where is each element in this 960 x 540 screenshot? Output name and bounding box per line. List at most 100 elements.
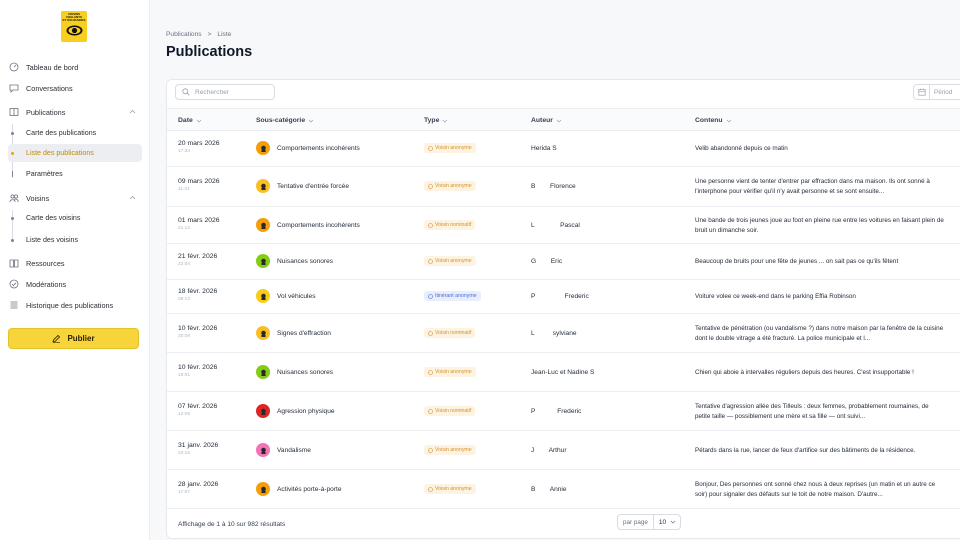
subcategory-cell: Activités porte-à-porte [256, 482, 342, 496]
author-cell: P Frederic [531, 408, 582, 415]
content-cell: Bonjour, Des personnes ont sonné chez no… [695, 481, 936, 498]
bullet-icon [11, 238, 14, 242]
calendar-icon[interactable] [914, 85, 930, 99]
category-avatar-icon [256, 404, 270, 418]
table-row[interactable]: 31 janv. 2026 23:16 Vandalisme Voisin anony… [167, 431, 960, 470]
subcategory-text: Comportements incohérents [277, 144, 360, 152]
chevron-down-icon [196, 119, 201, 122]
table-row[interactable]: 21 févr. 2026 22:04 Nuisances sonores Voisi… [167, 244, 960, 280]
content-cell: Voiture volee ce week-end dans le parkin… [695, 293, 856, 300]
user-icon [428, 145, 433, 151]
sidebar-item-dashboard[interactable]: Tableau de bord [8, 58, 142, 76]
column-header-author[interactable]: Auteur [531, 117, 562, 124]
table-row[interactable]: 07 févr. 2026 12:09 Agression physique Vois… [167, 392, 960, 431]
sidebar-item-carte-publications[interactable]: Carte des publications [8, 124, 142, 142]
content-cell: Beaucoup de bruits pour une fête de jeun… [695, 258, 899, 265]
sidebar-item-publications[interactable]: Publications [8, 103, 142, 121]
author-cell: Jean-Luc et Nadine S [531, 369, 595, 376]
content-cell: Velib abandonné depuis ce matin [695, 145, 788, 152]
sidebar-item-label: Conversations [26, 83, 73, 93]
breadcrumb-current: Liste [217, 31, 232, 38]
column-header-date[interactable]: Date [178, 117, 202, 124]
category-avatar-icon [256, 179, 270, 193]
time-text: 08:13 [178, 297, 191, 302]
category-avatar-icon [256, 482, 270, 496]
category-avatar-icon [256, 141, 270, 155]
sidebar-item-label: Paramètres [26, 170, 63, 178]
subcategory-cell: Vol véhicules [256, 289, 316, 303]
per-page-dropdown[interactable]: 10 [654, 519, 680, 526]
subcategory-text: Comportements incohérents [277, 221, 360, 229]
type-badge: Voisin anonyme [424, 445, 476, 455]
user-icon [428, 222, 433, 228]
type-cell: Voisin nominatif [424, 406, 476, 416]
subcategory-cell: Nuisances sonores [256, 365, 333, 379]
subcategory-text: Nuisances sonores [277, 257, 334, 265]
sidebar-item-carte-voisins[interactable]: Carte des voisins [8, 209, 142, 227]
publish-button[interactable]: Publier [8, 328, 139, 349]
sidebar-item-liste-publications[interactable]: Liste des publications [8, 144, 142, 162]
per-page-label: par page [618, 515, 654, 529]
author-cell: J Arthur [531, 447, 567, 454]
type-cell: Itinérant anonyme [424, 291, 481, 301]
subcategory-text: Signes d'effraction [277, 329, 331, 337]
date-filter[interactable] [913, 84, 960, 100]
table-row[interactable]: 10 févr. 2026 18:01 Nuisances sonores Voisi… [167, 353, 960, 392]
type-cell: Voisin anonyme [424, 367, 476, 377]
category-avatar-icon [256, 289, 270, 303]
subcategory-cell: Tentative d'entrée forcée [256, 179, 349, 193]
publish-label: Publier [67, 334, 95, 343]
chevron-down-icon [308, 119, 314, 122]
sidebar-item-parametres[interactable]: Paramètres [8, 165, 142, 183]
table-row[interactable]: 10 févr. 2026 20:09 Signes d'effraction Voi… [167, 314, 960, 353]
page-title: Publications [166, 44, 253, 60]
per-page-select[interactable]: par page 10 [617, 514, 682, 530]
time-text: 22:04 [178, 262, 191, 267]
user-icon [428, 183, 433, 189]
table-row[interactable]: 01 mars 2026 21:12 Comportements incohéren… [167, 207, 960, 244]
search-icon [182, 88, 190, 96]
publications-icon [9, 107, 19, 117]
type-cell: Voisin anonyme [424, 445, 476, 455]
column-header-content[interactable]: Contenu [695, 117, 732, 124]
user-icon [428, 408, 433, 414]
date-cell: 09 mars 2026 11:31 [178, 178, 220, 192]
subcategory-cell: Agression physique [256, 404, 335, 418]
sidebar-item-voisins[interactable]: Voisins [8, 189, 142, 207]
subcategory-cell: Signes d'effraction [256, 326, 331, 340]
results-summary: Affichage de 1 à 10 sur 982 résultats [178, 521, 286, 528]
sidebar-item-historique[interactable]: Historique des publications [8, 296, 142, 314]
table-row[interactable]: 09 mars 2026 11:31 Tentative d'entrée forc… [167, 167, 960, 207]
chevron-up-icon [129, 109, 136, 114]
sidebar-item-liste-voisins[interactable]: Liste des voisins [8, 231, 142, 249]
breadcrumb-parent[interactable]: Publications [166, 31, 202, 38]
search-input[interactable] [195, 88, 273, 96]
bullet-icon [12, 171, 13, 177]
user-icon [428, 369, 433, 375]
date-cell: 21 févr. 2026 22:04 [178, 253, 217, 267]
app-logo[interactable]: VOISINS VIGILANTS ET SOLIDAIRES [61, 11, 87, 42]
search-box[interactable] [175, 84, 275, 100]
date-cell: 07 févr. 2026 12:09 [178, 403, 217, 417]
table-row[interactable]: 28 janv. 2026 17:57 Activités porte-à-port… [167, 470, 960, 509]
sidebar-item-ressources[interactable]: Ressources [8, 254, 142, 272]
category-avatar-icon [256, 254, 270, 268]
type-cell: Voisin anonyme [424, 143, 476, 153]
author-cell: L sylviane [531, 330, 577, 337]
table-row[interactable]: 20 mars 2026 17:34 Comportements incohéren… [167, 131, 960, 167]
author-cell: P Frederic [531, 293, 589, 300]
column-header-subcategory[interactable]: Sous-catégorie [256, 117, 314, 124]
subcategory-cell: Comportements incohérents [256, 141, 360, 155]
sidebar-item-label: Tableau de bord [26, 62, 79, 72]
type-cell: Voisin anonyme [424, 256, 476, 266]
user-icon [428, 447, 433, 453]
sidebar-item-conversations[interactable]: Conversations [8, 79, 142, 97]
type-badge: Voisin anonyme [424, 484, 476, 494]
edit-icon [52, 334, 61, 343]
sidebar-item-moderations[interactable]: Modérations [8, 275, 142, 293]
table-row[interactable]: 18 févr. 2026 08:13 Vol véhicules Itinérant… [167, 280, 960, 314]
period-input[interactable] [934, 88, 960, 96]
sidebar-item-label: Liste des publications [26, 149, 94, 157]
column-header-type[interactable]: Type [424, 117, 448, 124]
sidebar-item-label: Publications [26, 107, 66, 117]
